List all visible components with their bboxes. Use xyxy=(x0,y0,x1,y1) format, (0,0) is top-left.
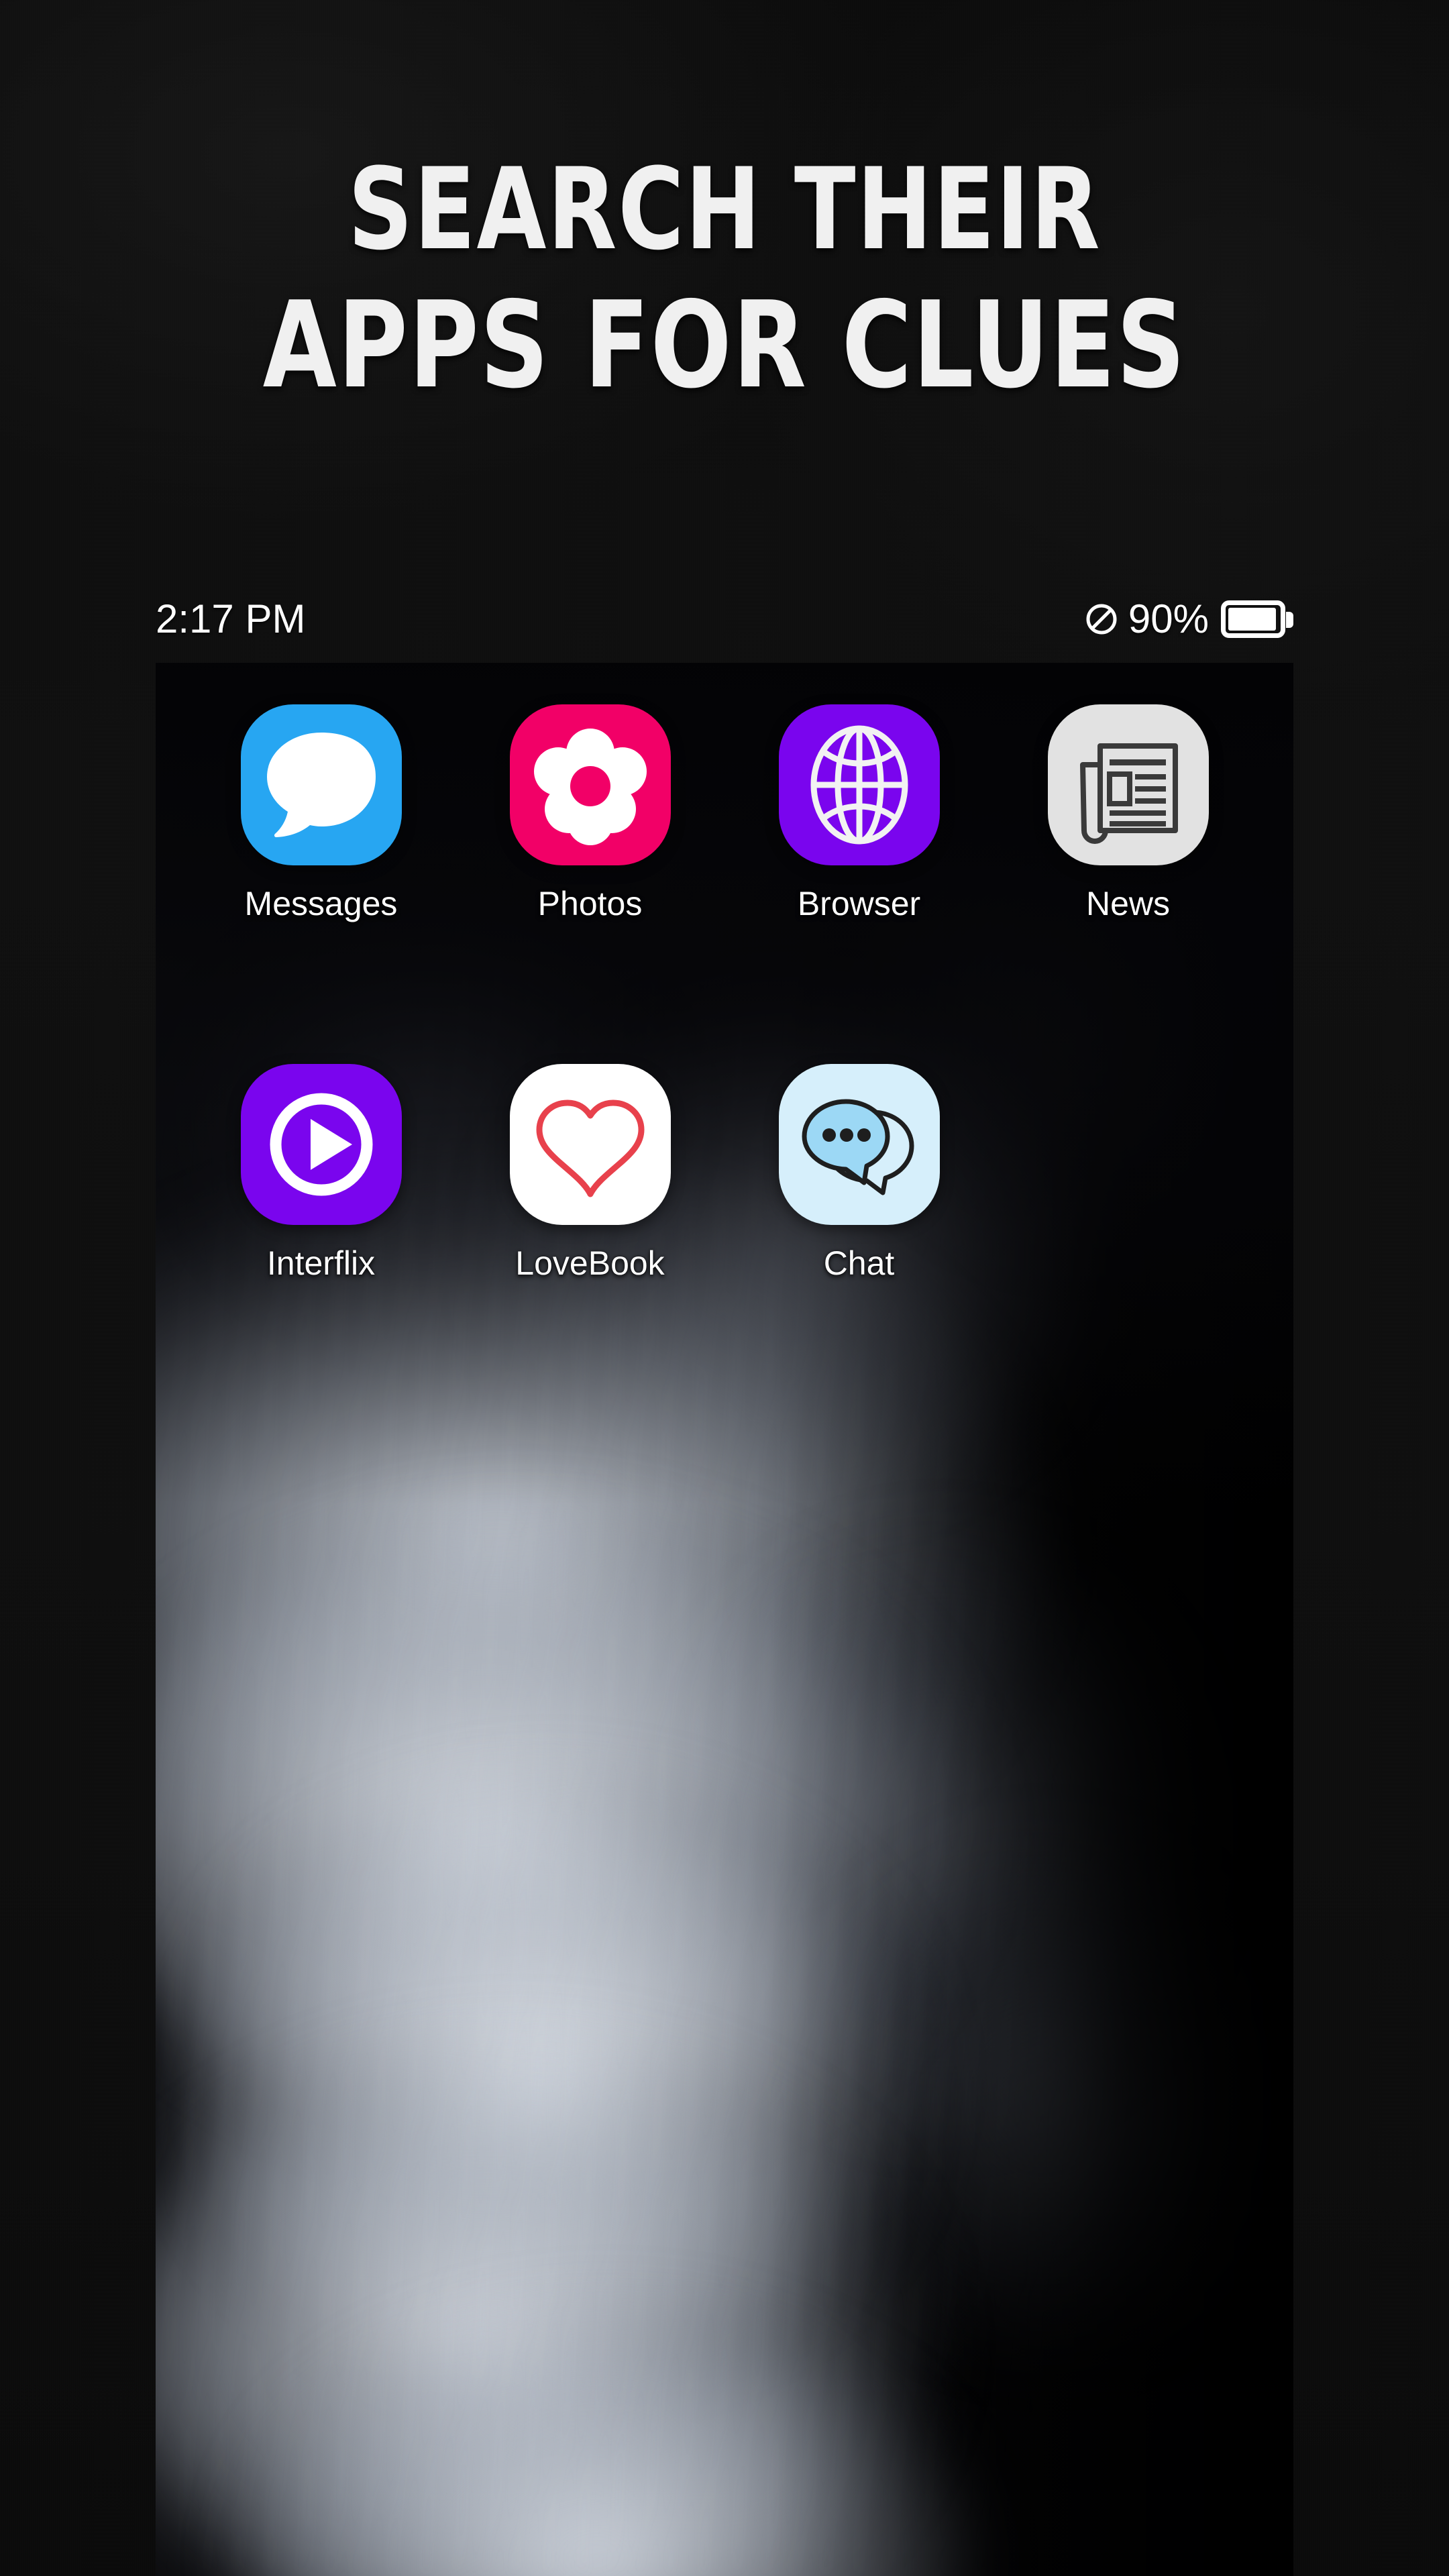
battery-percentage: 90% xyxy=(1128,596,1209,641)
battery-icon xyxy=(1221,600,1293,638)
headline-line-2: APPS FOR CLUES xyxy=(262,276,1187,415)
headline: SEARCH THEIR APPS FOR CLUES xyxy=(0,142,1449,415)
chat-bubbles-icon xyxy=(802,1099,914,1195)
interflix-app-tile[interactable] xyxy=(240,1064,402,1225)
speech-bubble-icon xyxy=(266,733,376,837)
app-lovebook[interactable]: LoveBook xyxy=(455,1064,724,1283)
photos-app-tile[interactable] xyxy=(509,704,671,865)
app-label: News xyxy=(1085,885,1171,922)
app-label: Browser xyxy=(797,885,921,922)
heart-outline-icon xyxy=(536,1099,644,1197)
app-label: Messages xyxy=(244,885,398,922)
wallpaper-smoke xyxy=(156,663,1293,2576)
status-bar-right-group: 90% xyxy=(1084,598,1293,641)
app-browser[interactable]: Browser xyxy=(724,704,994,923)
status-bar-clock: 2:17 PM xyxy=(156,596,306,641)
flower-icon xyxy=(533,729,647,845)
app-slot-empty xyxy=(994,1064,1263,1283)
globe-icon xyxy=(810,725,908,845)
app-label: Interflix xyxy=(266,1244,376,1282)
app-row: Messages Photos Browser News xyxy=(156,704,1293,923)
lovebook-app-tile[interactable] xyxy=(509,1064,671,1225)
play-circle-icon xyxy=(270,1093,372,1196)
do-not-disturb-icon xyxy=(1084,602,1119,637)
app-messages[interactable]: Messages xyxy=(186,704,455,923)
battery-fill xyxy=(1228,608,1276,631)
newspaper-icon xyxy=(1079,743,1178,844)
status-bar: 2:17 PM 90% xyxy=(156,590,1293,648)
app-row: Interflix LoveBook Chat xyxy=(156,1064,1293,1283)
app-label: LoveBook xyxy=(515,1244,665,1282)
app-label: Photos xyxy=(537,885,643,922)
chat-app-tile[interactable] xyxy=(778,1064,940,1225)
app-photos[interactable]: Photos xyxy=(455,704,724,923)
browser-app-tile[interactable] xyxy=(778,704,940,865)
news-app-tile[interactable] xyxy=(1047,704,1209,865)
app-interflix[interactable]: Interflix xyxy=(186,1064,455,1283)
app-news[interactable]: News xyxy=(994,704,1263,923)
app-label: Chat xyxy=(823,1244,895,1282)
app-chat[interactable]: Chat xyxy=(724,1064,994,1283)
headline-line-1: SEARCH THEIR xyxy=(347,144,1102,275)
battery-nub xyxy=(1286,612,1293,628)
messages-app-tile[interactable] xyxy=(240,704,402,865)
phone-screen: Messages Photos Browser News Interflix L… xyxy=(156,663,1293,2576)
